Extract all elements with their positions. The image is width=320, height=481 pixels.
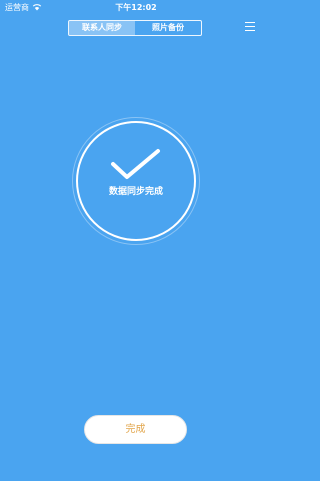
status-time: 下午12:02 — [115, 3, 157, 12]
progress-ring — [76, 121, 196, 241]
tab-contacts-sync[interactable]: 联系人同步 — [69, 21, 135, 35]
tab-bar: 联系人同步 照片备份 — [68, 20, 202, 36]
done-button[interactable]: 完成 — [84, 415, 187, 444]
menu-icon[interactable] — [245, 22, 255, 32]
sync-status-text: 数据同步完成 — [108, 187, 163, 197]
status-bar: 运营商 下午12:02 — [0, 0, 272, 16]
tab-photo-backup[interactable]: 照片备份 — [135, 21, 201, 35]
check-icon — [111, 149, 160, 179]
